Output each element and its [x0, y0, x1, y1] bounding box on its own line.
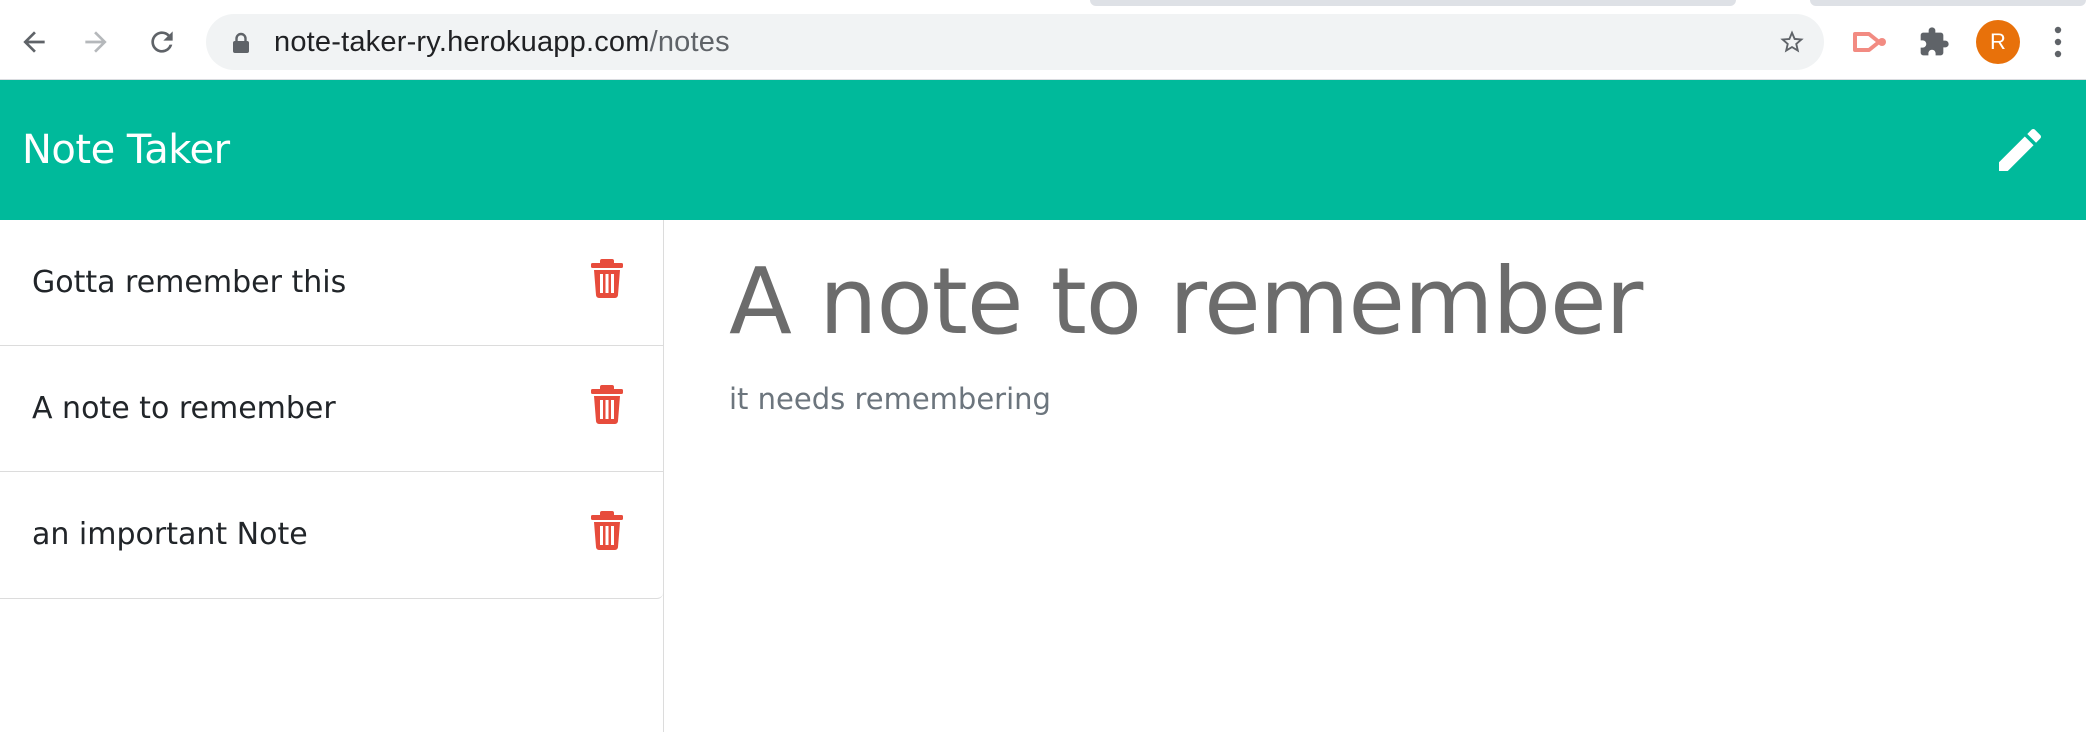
pencil-icon[interactable] [1992, 122, 2048, 178]
puzzle-icon [1920, 27, 1949, 56]
trash-icon[interactable] [590, 384, 624, 424]
note-list-item[interactable]: A note to remember [0, 346, 663, 472]
address-bar[interactable]: note-taker-ry.herokuapp.com/notes [206, 14, 1824, 70]
arrow-left-icon [23, 31, 45, 53]
url-text: note-taker-ry.herokuapp.com/notes [274, 14, 730, 70]
lock-icon [233, 32, 249, 53]
note-editor: A note to remember it needs remembering [665, 220, 2086, 732]
forward-button[interactable] [76, 22, 116, 62]
back-button[interactable] [14, 22, 54, 62]
note-list-item[interactable]: an important Note [0, 472, 663, 598]
tab-strip-edge [1090, 0, 1736, 6]
note-list-title: A note to remember [32, 391, 336, 426]
note-list-panel: Gotta remember this A note to remember a… [0, 220, 664, 732]
trash-icon[interactable] [590, 258, 624, 298]
note-title-field[interactable]: A note to remember [729, 248, 1643, 355]
bookmark-star-icon[interactable] [1778, 28, 1806, 56]
profile-initial: R [1990, 29, 2006, 54]
profile-avatar[interactable]: R [1976, 20, 2020, 64]
note-list-title: Gotta remember this [32, 265, 347, 300]
note-list-title: an important Note [32, 517, 308, 552]
more-vert-icon[interactable] [2050, 24, 2066, 60]
reload-icon [151, 31, 173, 53]
url-host: note-taker-ry.herokuapp.com [274, 26, 650, 58]
note-list: Gotta remember this A note to remember a… [0, 220, 663, 599]
tab-strip-edge [1810, 0, 2086, 6]
trash-icon[interactable] [590, 510, 624, 550]
reload-button[interactable] [142, 22, 182, 62]
url-path: /notes [649, 26, 730, 58]
browser-toolbar: note-taker-ry.herokuapp.com/notes R [0, 0, 2086, 80]
arrow-right-icon [85, 31, 107, 53]
extensions-button[interactable] [1914, 22, 1954, 62]
note-list-item[interactable]: Gotta remember this [0, 220, 663, 346]
extension-icon[interactable] [1850, 22, 1890, 62]
note-text-field[interactable]: it needs remembering [729, 382, 1051, 416]
recorder-extension-icon [1853, 32, 1886, 52]
app-navbar: Note Taker [0, 80, 2086, 220]
app-brand[interactable]: Note Taker [22, 80, 230, 220]
